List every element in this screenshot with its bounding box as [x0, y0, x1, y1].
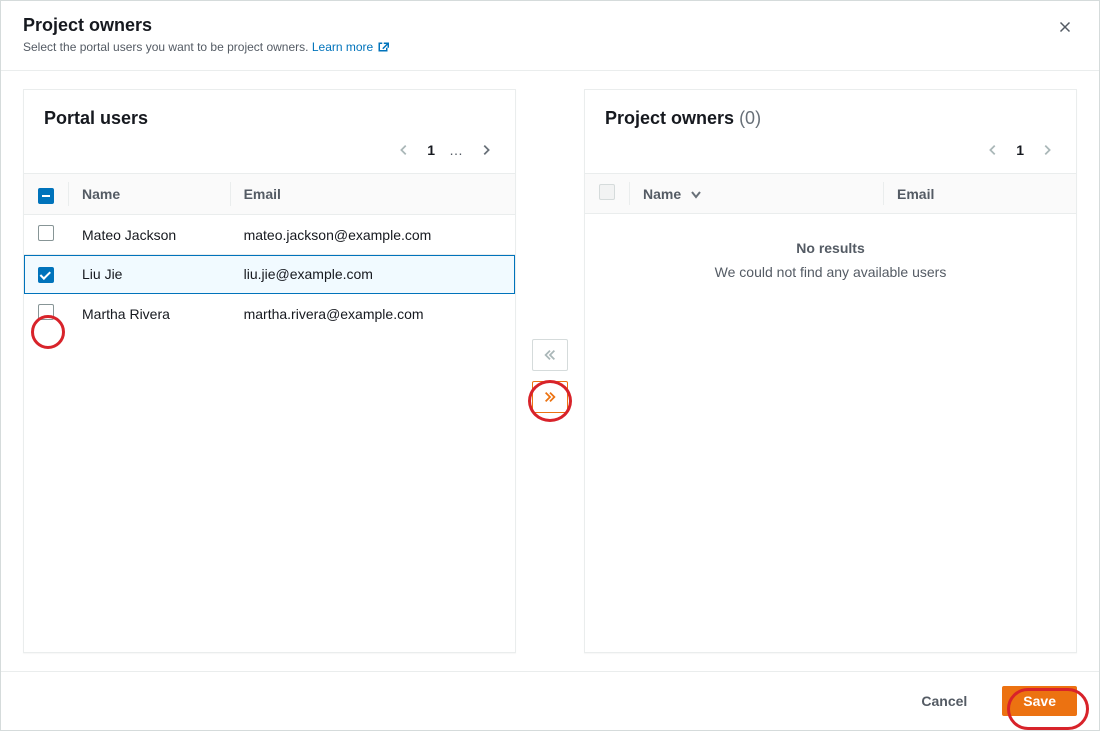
user-name: Mateo Jackson	[68, 215, 230, 255]
page-next-button[interactable]	[1038, 141, 1056, 159]
empty-state: No results We could not find any availab…	[585, 214, 1076, 306]
modal-subtitle: Select the portal users you want to be p…	[23, 40, 389, 54]
user-name: Liu Jie	[68, 255, 230, 294]
project-owners-modal: Project owners Select the portal users y…	[0, 0, 1100, 731]
column-name[interactable]: Name	[68, 174, 230, 215]
page-number[interactable]: 1	[427, 142, 435, 158]
row-checkbox[interactable]	[38, 225, 54, 241]
user-email: mateo.jackson@example.com	[230, 215, 515, 255]
column-email[interactable]: Email	[883, 174, 1076, 214]
page-number[interactable]: 1	[1016, 142, 1024, 158]
table-row[interactable]: Martha Rivera martha.rivera@example.com	[24, 294, 515, 334]
project-owners-table: Name Email	[585, 173, 1076, 214]
project-owners-pagination: 1	[585, 135, 1076, 173]
page-prev-button[interactable]	[395, 141, 413, 159]
column-email[interactable]: Email	[230, 174, 515, 215]
user-email: liu.jie@example.com	[230, 255, 515, 294]
modal-body: Portal users 1 …	[1, 71, 1099, 671]
add-to-owners-button[interactable]	[532, 381, 568, 413]
pagination-ellipsis: …	[449, 142, 463, 158]
user-name: Martha Rivera	[68, 294, 230, 334]
remove-from-owners-button[interactable]	[532, 339, 568, 371]
column-name[interactable]: Name	[629, 174, 883, 214]
table-row[interactable]: Mateo Jackson mateo.jackson@example.com	[24, 215, 515, 255]
learn-more-link[interactable]: Learn more	[312, 40, 389, 54]
row-checkbox[interactable]	[38, 304, 54, 320]
project-owners-title: Project owners (0)	[605, 108, 1056, 129]
page-next-button[interactable]	[477, 141, 495, 159]
portal-users-panel: Portal users 1 …	[23, 89, 516, 653]
user-email: martha.rivera@example.com	[230, 294, 515, 334]
row-checkbox[interactable]	[38, 267, 54, 283]
portal-users-pagination: 1 …	[24, 135, 515, 173]
empty-subtitle: We could not find any available users	[595, 264, 1066, 280]
save-button[interactable]: Save	[1002, 686, 1077, 716]
sort-indicator-icon	[691, 186, 701, 202]
double-chevron-right-icon	[543, 390, 557, 404]
external-link-icon	[377, 41, 389, 53]
chevron-left-icon	[986, 143, 1000, 157]
chevron-right-icon	[479, 143, 493, 157]
chevron-left-icon	[397, 143, 411, 157]
table-row[interactable]: Liu Jie liu.jie@example.com	[24, 255, 515, 294]
select-all-checkbox	[599, 184, 615, 200]
project-owners-count: (0)	[739, 108, 761, 128]
double-chevron-left-icon	[543, 348, 557, 362]
modal-footer: Cancel Save	[1, 671, 1099, 730]
cancel-button[interactable]: Cancel	[900, 686, 988, 716]
select-all-checkbox[interactable]	[38, 188, 54, 204]
chevron-right-icon	[1040, 143, 1054, 157]
portal-users-table: Name Email Mateo Jackson mateo.jackson@e…	[24, 173, 515, 333]
portal-users-title: Portal users	[44, 108, 495, 129]
modal-header: Project owners Select the portal users y…	[1, 1, 1099, 71]
close-icon	[1059, 19, 1071, 35]
transfer-controls	[530, 89, 570, 653]
empty-title: No results	[595, 240, 1066, 256]
page-prev-button[interactable]	[984, 141, 1002, 159]
modal-title: Project owners	[23, 15, 389, 36]
project-owners-panel: Project owners (0) 1	[584, 89, 1077, 653]
close-button[interactable]	[1053, 15, 1077, 39]
